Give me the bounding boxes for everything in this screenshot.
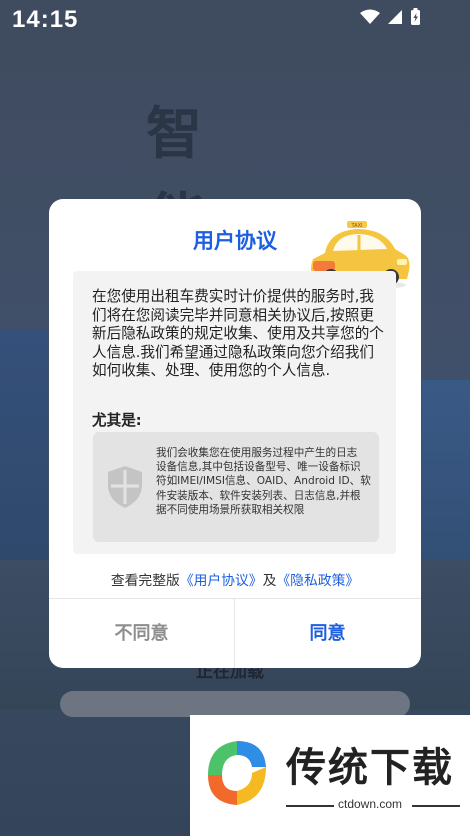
full-agreement-links: 查看完整版《用户协议》及《隐私政策》	[49, 569, 421, 589]
slogan-char: 智	[146, 102, 202, 167]
status-bar: 14:15	[0, 0, 470, 40]
svg-text:TAXI: TAXI	[351, 223, 363, 229]
user-agreement-link[interactable]: 《用户协议》	[180, 573, 263, 589]
agreement-body-text: 在您使用出租车费实时计价提供的服务时,我们将在您阅读完毕并同意相关协议后,按照更…	[92, 288, 384, 379]
battery-icon	[411, 8, 420, 25]
shield-icon	[108, 466, 142, 508]
watermark-logo-icon	[208, 741, 266, 805]
watermark-line-left	[286, 805, 334, 807]
signal-icon	[388, 10, 402, 24]
data-collection-text: 我们会收集您在使用服务过程中产生的日志 设备信息,其中包括设备型号、唯一设备标识…	[156, 447, 371, 516]
privacy-policy-link[interactable]: 《隐私政策》	[276, 573, 359, 589]
status-icons	[360, 8, 420, 25]
emphasis-title: 尤其是:	[92, 412, 142, 429]
wifi-icon	[360, 9, 380, 24]
data-collection-card: 我们会收集您在使用服务过程中产生的日志 设备信息,其中包括设备型号、唯一设备标识…	[93, 432, 379, 542]
agree-button[interactable]: 同意	[235, 599, 420, 668]
watermark-subtitle: ctdown.com	[338, 797, 403, 811]
links-prefix: 查看完整版	[110, 573, 180, 589]
loading-progress-bar	[60, 691, 410, 717]
status-time: 14:15	[12, 6, 79, 33]
disagree-button[interactable]: 不同意	[49, 599, 234, 668]
watermark-title: 传统下载	[286, 745, 454, 791]
watermark-overlay: 传统下载 ctdown.com	[190, 715, 470, 836]
links-connector: 及	[262, 573, 277, 589]
agreement-content-box[interactable]: 在您使用出租车费实时计价提供的服务时,我们将在您阅读完毕并同意相关协议后,按照更…	[73, 271, 396, 554]
watermark-line-right	[412, 805, 460, 807]
user-agreement-dialog: 用户协议 TAXI 在您使用出租车费实时计价提供的服务时,我们将在您阅读完毕并同…	[49, 199, 421, 668]
